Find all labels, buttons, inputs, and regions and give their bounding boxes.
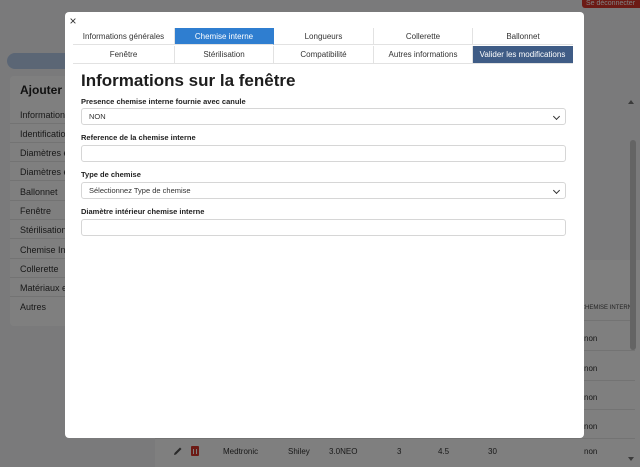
presence-chemise-value: NON [89, 112, 106, 121]
tab-collerette[interactable]: Collerette [374, 28, 473, 45]
tab-fenetre[interactable]: Fenêtre [73, 46, 175, 63]
reference-chemise-input[interactable] [81, 145, 566, 162]
page-title: Informations sur la fenêtre [81, 71, 296, 90]
tab-longueurs[interactable]: Longueurs [274, 28, 374, 45]
presence-chemise-label: Presence chemise interne fournie avec ca… [81, 97, 246, 106]
reference-chemise-label: Reference de la chemise interne [81, 133, 196, 142]
presence-chemise-select[interactable]: NON [81, 108, 566, 125]
tabs-divider [73, 63, 573, 64]
tab-autres-informations[interactable]: Autres informations [374, 46, 473, 63]
tabs-row-secondary: Fenêtre Stérilisation Compatibilité Autr… [73, 46, 573, 63]
chevron-down-icon [552, 112, 561, 121]
tab-ballonnet[interactable]: Ballonnet [473, 28, 573, 45]
type-chemise-select[interactable]: Sélectionnez Type de chemise [81, 182, 566, 199]
tab-chemise-interne[interactable]: Chemise interne [175, 28, 274, 45]
validate-changes-button[interactable]: Valider les modifications [473, 46, 573, 63]
type-chemise-value: Sélectionnez Type de chemise [89, 186, 191, 195]
tab-compatibilite[interactable]: Compatibilité [274, 46, 374, 63]
close-icon[interactable]: × [67, 15, 79, 27]
tabs-row-primary: Informations générales Chemise interne L… [73, 28, 573, 45]
diametre-interieur-input[interactable] [81, 219, 566, 236]
type-chemise-label: Type de chemise [81, 170, 141, 179]
modal-dialog: × Informations générales Chemise interne… [65, 12, 584, 438]
tab-sterilisation[interactable]: Stérilisation [175, 46, 274, 63]
chevron-down-icon [552, 186, 561, 195]
diametre-interieur-label: Diamètre intérieur chemise interne [81, 207, 205, 216]
tab-informations-generales[interactable]: Informations générales [73, 28, 175, 45]
